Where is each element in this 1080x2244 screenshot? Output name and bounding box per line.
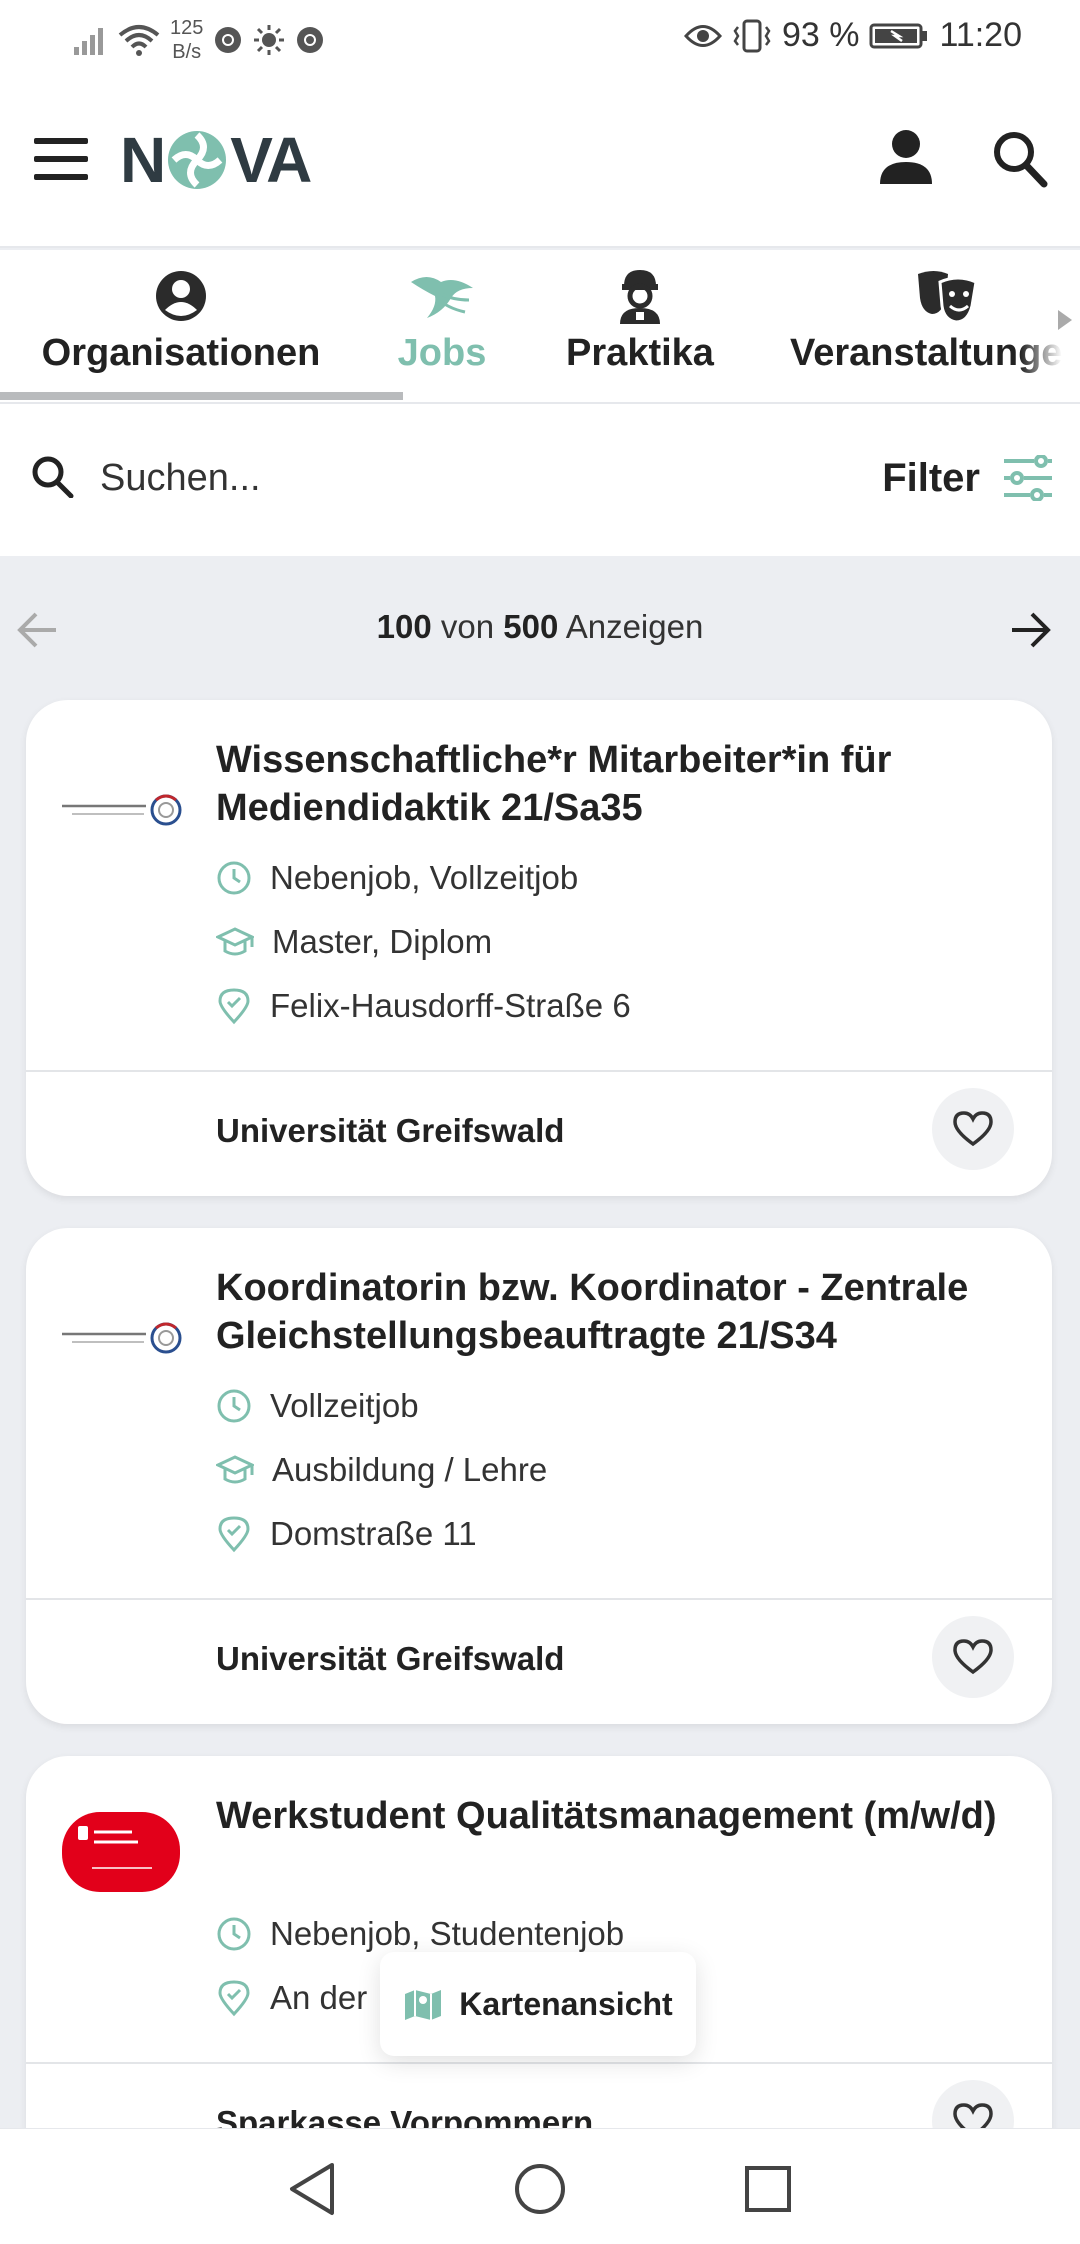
location-pin-icon <box>218 988 250 1025</box>
results-shown: 100 <box>376 608 432 645</box>
status-bar: 125 B/s 93 % 11:20 <box>0 0 1080 82</box>
filter-sliders-icon <box>1004 455 1052 501</box>
chrome-icon <box>295 25 325 55</box>
network-speed-value: 125 <box>170 17 204 39</box>
favorite-button[interactable] <box>932 1088 1014 1170</box>
clock-icon <box>217 1917 251 1951</box>
clock-icon <box>217 1389 251 1423</box>
search-input[interactable] <box>100 450 660 506</box>
pagination: 100 von 500 Anzeigen <box>0 556 1080 702</box>
next-page-arrow-icon[interactable] <box>1008 610 1052 650</box>
card-divider <box>26 1070 1052 1072</box>
job-type: Vollzeitjob <box>270 1387 419 1424</box>
job-type: Nebenjob, Vollzeitjob <box>270 859 579 896</box>
category-tabs: Organisationen Jobs Praktika Veranstaltu… <box>0 250 1080 404</box>
heart-icon <box>953 1639 993 1675</box>
location: An der <box>270 1979 368 2016</box>
tab-label: Praktika <box>566 332 714 374</box>
app-header: N VA <box>0 82 1080 248</box>
network-speed: 125 B/s <box>170 16 203 64</box>
clock: 11:20 <box>939 16 1022 54</box>
logo-text-right: VA <box>230 124 312 196</box>
network-speed-unit: B/s <box>172 41 202 63</box>
location-row: An der <box>216 1974 367 2022</box>
heart-icon <box>953 1111 993 1147</box>
app-screen: 125 B/s 93 % 11:20 N VA Organisationen J… <box>0 0 1080 2244</box>
status-left: 125 B/s <box>74 16 325 64</box>
location: Domstraße 11 <box>270 1515 477 1552</box>
results-von: von <box>440 608 495 645</box>
results-total: 500 <box>503 608 559 645</box>
tab-praktika[interactable]: Praktika <box>560 266 720 386</box>
universitaet-greifswald-logo <box>62 794 182 826</box>
system-navigation-bar <box>0 2128 1080 2244</box>
home-circle-icon[interactable] <box>514 2163 566 2215</box>
location-pin-icon <box>218 1980 250 2017</box>
job-card[interactable]: Koordinatorin bzw. Koordinator - Zentral… <box>26 1228 1052 1724</box>
header-search-icon[interactable] <box>990 126 1050 190</box>
account-circle-icon <box>156 271 206 321</box>
organization-name[interactable]: Universität Greifswald <box>216 1640 564 1678</box>
location-pin-icon <box>218 1516 250 1553</box>
search-icon <box>32 456 74 498</box>
job-title: Koordinatorin bzw. Koordinator - Zentral… <box>216 1267 969 1357</box>
job-type-row: Nebenjob, Studentenjob <box>216 1910 624 1958</box>
map-view-button[interactable]: Kartenansicht <box>380 1952 696 2056</box>
bird-icon <box>411 277 473 318</box>
tab-label: Organisationen <box>41 332 321 374</box>
degree: Ausbildung / Lehre <box>272 1451 548 1488</box>
back-triangle-icon[interactable] <box>286 2161 338 2217</box>
user-account-icon[interactable] <box>876 126 936 190</box>
location-row: Felix-Hausdorff-Straße 6 <box>216 982 631 1030</box>
tab-scroll-right-icon[interactable] <box>1058 310 1072 330</box>
sparkasse-vorpommern-logo <box>62 1812 180 1892</box>
job-type-row: Nebenjob, Vollzeitjob <box>216 854 578 902</box>
signal-icon <box>74 25 108 55</box>
results-count: 100 von 500 Anzeigen <box>0 608 1080 646</box>
organization-name[interactable]: Universität Greifswald <box>216 1112 564 1150</box>
graduation-cap-icon <box>216 927 254 956</box>
favorite-button[interactable] <box>932 1616 1014 1698</box>
job-card[interactable]: Wissenschaftliche*r Mitarbeiter*in für M… <box>26 700 1052 1196</box>
degree-row: Ausbildung / Lehre <box>216 1446 547 1494</box>
degree-row: Master, Diplom <box>216 918 492 966</box>
theater-masks-icon <box>918 271 978 324</box>
battery-icon <box>869 22 929 50</box>
job-type-row: Vollzeitjob <box>216 1382 419 1430</box>
wifi-icon <box>118 23 160 57</box>
status-right: 93 % 11:20 <box>683 16 1022 55</box>
logo-swirl-icon <box>168 131 227 189</box>
card-divider <box>26 1598 1052 1600</box>
chrome-icon <box>213 25 243 55</box>
tab-jobs[interactable]: Jobs <box>390 266 494 386</box>
recent-apps-square-icon[interactable] <box>744 2165 792 2213</box>
job-title: Wissenschaftliche*r Mitarbeiter*in für M… <box>216 739 892 829</box>
battery-percent: 93 % <box>781 16 860 54</box>
map-icon <box>405 1990 442 2020</box>
brightness-icon <box>253 24 285 56</box>
filter-button[interactable]: Filter <box>882 446 1054 510</box>
degree: Master, Diplom <box>272 923 493 960</box>
vibrate-icon <box>732 19 772 53</box>
map-view-label: Kartenansicht <box>459 1985 673 2022</box>
card-divider <box>26 2062 1052 2064</box>
job-type: Nebenjob, Studentenjob <box>270 1915 625 1952</box>
tab-organisationen[interactable]: Organisationen <box>36 266 326 386</box>
eye-icon <box>683 23 722 49</box>
worker-icon <box>620 270 660 324</box>
clock-icon <box>217 861 251 895</box>
job-title: Werkstudent Qualitätsmanagement (m/w/d) <box>216 1795 997 1837</box>
menu-icon[interactable] <box>34 138 90 182</box>
tab-label: Jobs <box>397 332 487 374</box>
search-bar: Filter <box>0 404 1080 556</box>
location-row: Domstraße 11 <box>216 1510 477 1558</box>
results-suffix: Anzeigen <box>565 608 704 645</box>
graduation-cap-icon <box>216 1455 254 1484</box>
nova-logo[interactable]: N VA <box>120 120 312 200</box>
logo-text-left: N <box>120 124 166 196</box>
filter-label: Filter <box>882 455 980 500</box>
universitaet-greifswald-logo <box>62 1322 182 1354</box>
location: Felix-Hausdorff-Straße 6 <box>270 987 631 1024</box>
active-tab-indicator <box>0 392 403 400</box>
